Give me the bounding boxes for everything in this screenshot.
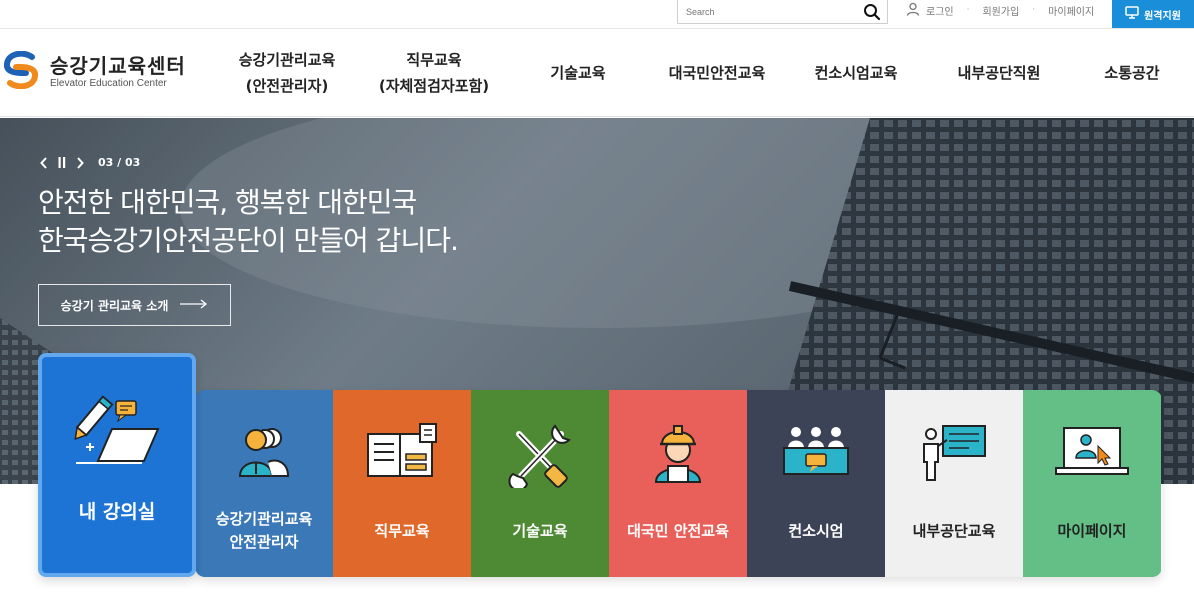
hero-title: 안전한 대한민국, 행복한 대한민국 한국승강기안전공단이 만들어 갑니다.	[38, 184, 459, 260]
quick-label: 컨소시엄	[788, 522, 844, 540]
pen-tablet-icon	[42, 395, 192, 471]
intro-button-label: 승강기 관리교육 소개	[60, 298, 169, 313]
search-icon[interactable]	[863, 3, 881, 21]
remote-support-button[interactable]: 원격지원	[1112, 0, 1194, 28]
quick-label: 직무교육	[374, 522, 430, 540]
site-logo[interactable]: 승강기교육센터 Elevator Education Center	[2, 50, 186, 93]
gnb-label: 컨소시엄교육	[814, 64, 898, 82]
slide-indicator: 03 / 03	[98, 156, 141, 169]
top-utility-bar: 로그인 · 회원가입 · 마이페이지 원격지원	[0, 0, 1194, 29]
quick-technical-training[interactable]: 기술교육	[471, 390, 609, 577]
quick-elevator-management[interactable]: 승강기관리교육 안전관리자	[195, 390, 333, 577]
quick-label: 대국민 안전교육	[627, 522, 729, 540]
quick-label: 기술교육	[512, 522, 568, 540]
main-header: 승강기교육센터 Elevator Education Center 승강기관리교…	[0, 29, 1194, 117]
prev-slide-icon[interactable]	[40, 156, 48, 169]
user-icon	[906, 2, 920, 19]
hero-title-line1: 안전한 대한민국, 행복한 대한민국	[38, 186, 417, 219]
login-link[interactable]: 로그인	[906, 2, 954, 19]
separator-dot: ·	[1032, 5, 1036, 15]
quick-label-line1: 승강기관리교육	[215, 510, 313, 528]
search-input[interactable]	[678, 1, 848, 22]
gnb-sublabel: (자체점검자포함)	[378, 77, 490, 95]
logo-title: 승강기교육센터	[50, 54, 186, 78]
quick-menu: 승강기관리교육 안전관리자 직무교육 기술교육 대국민 안전교육 컨소시엄 내부…	[195, 390, 1162, 577]
gnb-sublabel: (안전관리자)	[245, 77, 329, 95]
quick-public-safety[interactable]: 대국민 안전교육	[609, 390, 747, 577]
search-box	[677, 0, 888, 24]
gnb-label: 승강기관리교육	[238, 51, 336, 69]
quick-label: 내부공단교육	[912, 522, 996, 540]
meeting-table-icon	[747, 422, 885, 480]
separator-dot: ·	[966, 5, 970, 15]
quick-job-training[interactable]: 직무교육	[333, 390, 471, 577]
presentation-board-icon	[885, 422, 1023, 482]
laptop-user-icon	[1023, 422, 1161, 482]
quick-label: 승강기관리교육 안전관리자	[195, 508, 333, 554]
gnb-label: 내부공단직원	[957, 64, 1041, 82]
next-slide-icon[interactable]	[76, 156, 84, 169]
my-classroom-label: 내 강의실	[78, 501, 156, 523]
pause-icon[interactable]	[58, 157, 66, 168]
intro-button[interactable]: 승강기 관리교육 소개	[38, 284, 231, 326]
gnb-consortium[interactable]: 컨소시엄교육	[800, 29, 912, 117]
logo-text: 승강기교육센터 Elevator Education Center	[50, 55, 186, 89]
gnb-technical-training[interactable]: 기술교육	[528, 29, 628, 117]
gnb-elevator-management[interactable]: 승강기관리교육 (안전관리자)	[218, 29, 356, 117]
monitor-icon	[1125, 6, 1139, 22]
login-label: 로그인	[926, 6, 954, 18]
tools-icon	[471, 422, 609, 488]
quick-mypage[interactable]: 마이페이지	[1023, 390, 1161, 577]
gnb-label: 기술교육	[550, 64, 606, 82]
hero-title-line2: 한국승강기안전공단이 만들어 갑니다.	[38, 224, 459, 257]
my-classroom-button[interactable]: 내 강의실	[38, 353, 196, 577]
gnb-internal-staff[interactable]: 내부공단직원	[934, 29, 1064, 117]
signup-link[interactable]: 회원가입	[982, 3, 1019, 18]
gnb-job-training[interactable]: 직무교육 (자체점검자포함)	[366, 29, 502, 117]
people-group-icon	[195, 422, 333, 482]
gnb-community[interactable]: 소통공간	[1088, 29, 1176, 117]
remote-support-label: 원격지원	[1144, 10, 1181, 22]
quick-consortium[interactable]: 컨소시엄	[747, 390, 885, 577]
mypage-link[interactable]: 마이페이지	[1048, 3, 1094, 18]
logo-emblem-icon	[2, 50, 40, 93]
gnb-label: 직무교육	[406, 51, 462, 69]
logo-subtitle: Elevator Education Center	[50, 78, 167, 89]
gnb-label: 소통공간	[1104, 64, 1160, 82]
open-book-icon	[333, 422, 471, 482]
worker-helmet-icon	[609, 422, 747, 484]
utility-links: 로그인 · 회원가입 · 마이페이지	[906, 0, 1094, 20]
quick-internal-training[interactable]: 내부공단교육	[885, 390, 1023, 577]
gnb-label: 대국민안전교육	[668, 64, 766, 82]
long-arrow-right-icon	[180, 298, 208, 312]
quick-label: 마이페이지	[1057, 522, 1127, 540]
slide-controls: 03 / 03	[40, 156, 140, 169]
gnb-public-safety[interactable]: 대국민안전교육	[654, 29, 780, 117]
quick-label-line2: 안전관리자	[229, 533, 299, 551]
